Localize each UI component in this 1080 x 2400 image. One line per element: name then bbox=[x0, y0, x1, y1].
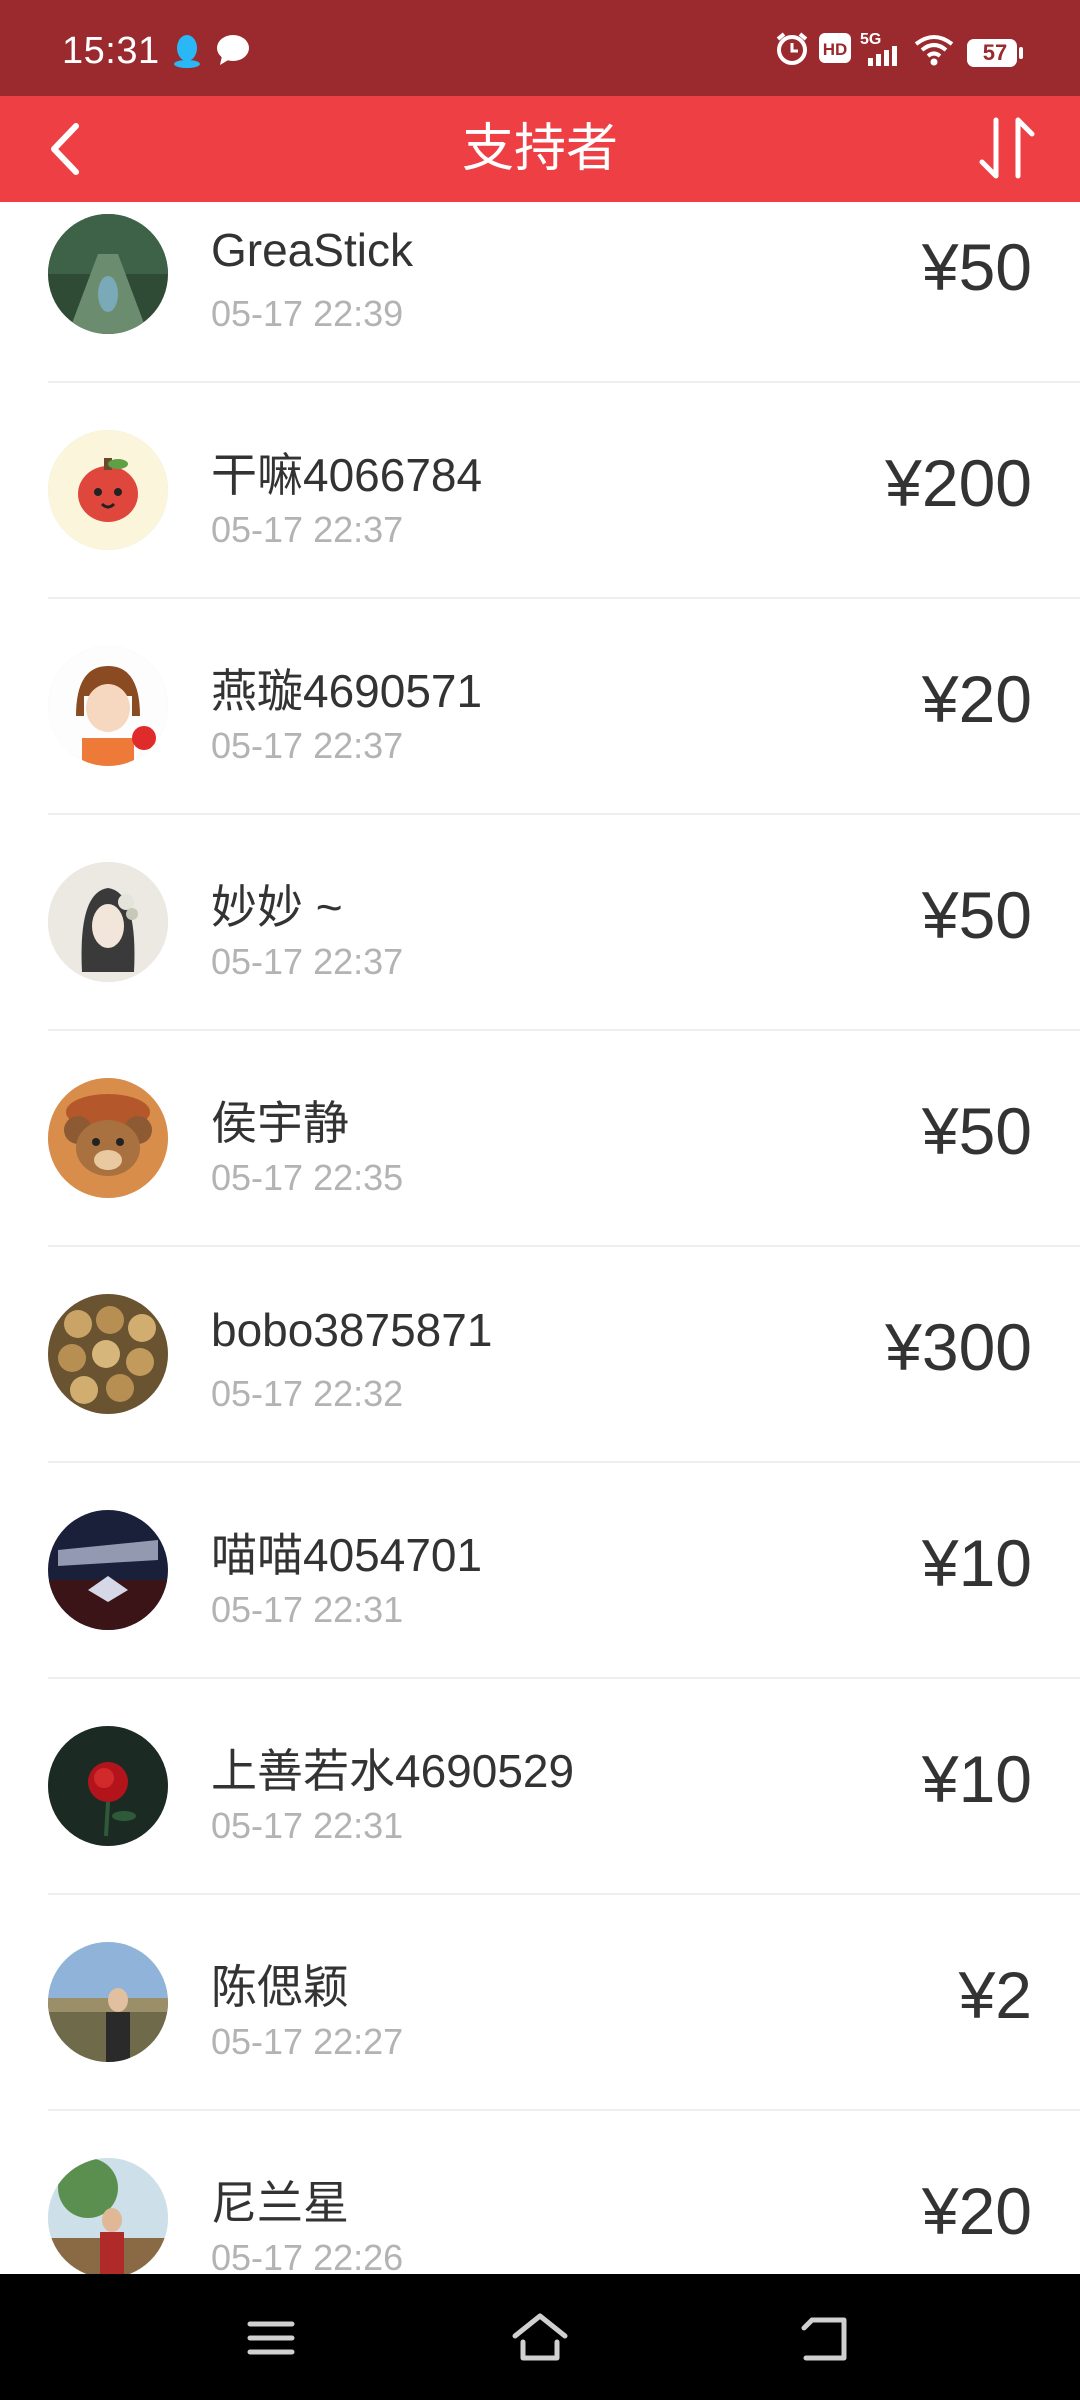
avatar bbox=[48, 646, 168, 766]
hd-icon: HD bbox=[818, 32, 852, 69]
support-amount: ¥2 bbox=[958, 1958, 1032, 2032]
support-amount: ¥10 bbox=[921, 1526, 1032, 1600]
support-time: 05-17 22:37 bbox=[211, 941, 404, 982]
support-time: 05-17 22:35 bbox=[211, 1157, 404, 1198]
wifi-icon bbox=[914, 34, 954, 71]
sort-arrows-icon bbox=[979, 117, 1035, 179]
supporters-list[interactable]: GreaStick 05-17 22:39 ¥50 干嘛4066784 05-1… bbox=[0, 202, 1080, 2274]
list-item[interactable]: 干嘛4066784 05-17 22:37 ¥200 bbox=[0, 383, 1080, 599]
avatar bbox=[48, 430, 168, 550]
supporter-name: 尼兰星 bbox=[211, 2177, 349, 2229]
support-amount: ¥200 bbox=[885, 446, 1032, 520]
list-item[interactable]: 侯宇静 05-17 22:35 ¥50 bbox=[0, 1031, 1080, 1247]
support-amount: ¥50 bbox=[921, 878, 1032, 952]
support-amount: ¥50 bbox=[921, 230, 1032, 304]
alarm-icon bbox=[774, 30, 810, 71]
support-time: 05-17 22:39 bbox=[211, 293, 404, 334]
list-item[interactable]: 妙妙 ~ 05-17 22:37 ¥50 bbox=[0, 815, 1080, 1031]
avatar bbox=[48, 2158, 168, 2274]
nav-menu-button[interactable] bbox=[236, 2308, 306, 2368]
support-time: 05-17 22:32 bbox=[211, 1373, 404, 1414]
list-item[interactable]: 陈偲颖 05-17 22:27 ¥2 bbox=[0, 1895, 1080, 2111]
page-title: 支持者 bbox=[461, 120, 618, 178]
list-item[interactable]: 喵喵4054701 05-17 22:31 ¥10 bbox=[0, 1463, 1080, 1679]
battery-level: 57 bbox=[982, 40, 1008, 65]
support-time: 05-17 22:31 bbox=[211, 1589, 404, 1630]
support-time: 05-17 22:31 bbox=[211, 1805, 404, 1846]
list-item[interactable]: 尼兰星 05-17 22:26 ¥20 bbox=[0, 2111, 1080, 2274]
support-time: 05-17 22:26 bbox=[211, 2237, 404, 2274]
avatar bbox=[48, 1294, 168, 1414]
support-amount: ¥300 bbox=[885, 1310, 1032, 1384]
supporter-name: 燕璇4690571 bbox=[211, 665, 483, 717]
qq-notification-icon bbox=[172, 34, 202, 73]
avatar bbox=[48, 1510, 168, 1630]
support-time: 05-17 22:37 bbox=[211, 509, 404, 550]
supporter-name: bobo3875871 bbox=[211, 1304, 493, 1356]
sort-button[interactable] bbox=[970, 110, 1050, 188]
supporter-name: 上善若水4690529 bbox=[211, 1745, 575, 1797]
back-icon bbox=[801, 2317, 847, 2361]
avatar bbox=[48, 1726, 168, 1846]
supporter-name: GreaStick bbox=[211, 224, 413, 276]
menu-icon bbox=[247, 2321, 295, 2355]
navigation-bar bbox=[0, 2274, 1080, 2400]
avatar bbox=[48, 862, 168, 982]
support-time: 05-17 22:37 bbox=[211, 725, 404, 766]
home-icon bbox=[512, 2313, 568, 2361]
support-amount: ¥50 bbox=[921, 1094, 1032, 1168]
support-amount: ¥20 bbox=[921, 2174, 1032, 2248]
avatar bbox=[48, 1078, 168, 1198]
status-bar: 15:31 HD 5G 57 bbox=[0, 0, 1080, 96]
support-time: 05-17 22:27 bbox=[211, 2021, 404, 2062]
supporter-name: 陈偲颖 bbox=[211, 1961, 349, 2013]
supporter-name: 干嘛4066784 bbox=[211, 449, 483, 501]
nav-back-button[interactable] bbox=[790, 2308, 860, 2368]
list-item[interactable]: bobo3875871 05-17 22:32 ¥300 bbox=[0, 1247, 1080, 1463]
message-notification-icon bbox=[216, 34, 250, 71]
list-item[interactable]: 上善若水4690529 05-17 22:31 ¥10 bbox=[0, 1679, 1080, 1895]
list-item[interactable]: 燕璇4690571 05-17 22:37 ¥20 bbox=[0, 599, 1080, 815]
signal-5g-icon: 5G bbox=[860, 28, 906, 73]
support-amount: ¥20 bbox=[921, 662, 1032, 736]
supporter-name: 喵喵4054701 bbox=[211, 1529, 483, 1581]
avatar bbox=[48, 1942, 168, 2062]
title-bar: 支持者 bbox=[0, 96, 1080, 202]
support-amount: ¥10 bbox=[921, 1742, 1032, 1816]
svg-text:HD: HD bbox=[823, 40, 848, 59]
avatar bbox=[48, 214, 168, 334]
list-item[interactable]: GreaStick 05-17 22:39 ¥50 bbox=[0, 202, 1080, 383]
supporter-name: 侯宇静 bbox=[211, 1097, 349, 1149]
supporter-name: 妙妙 ~ bbox=[211, 881, 343, 933]
svg-text:5G: 5G bbox=[860, 31, 881, 48]
status-time: 15:31 bbox=[62, 30, 160, 72]
nav-home-button[interactable] bbox=[505, 2308, 575, 2368]
